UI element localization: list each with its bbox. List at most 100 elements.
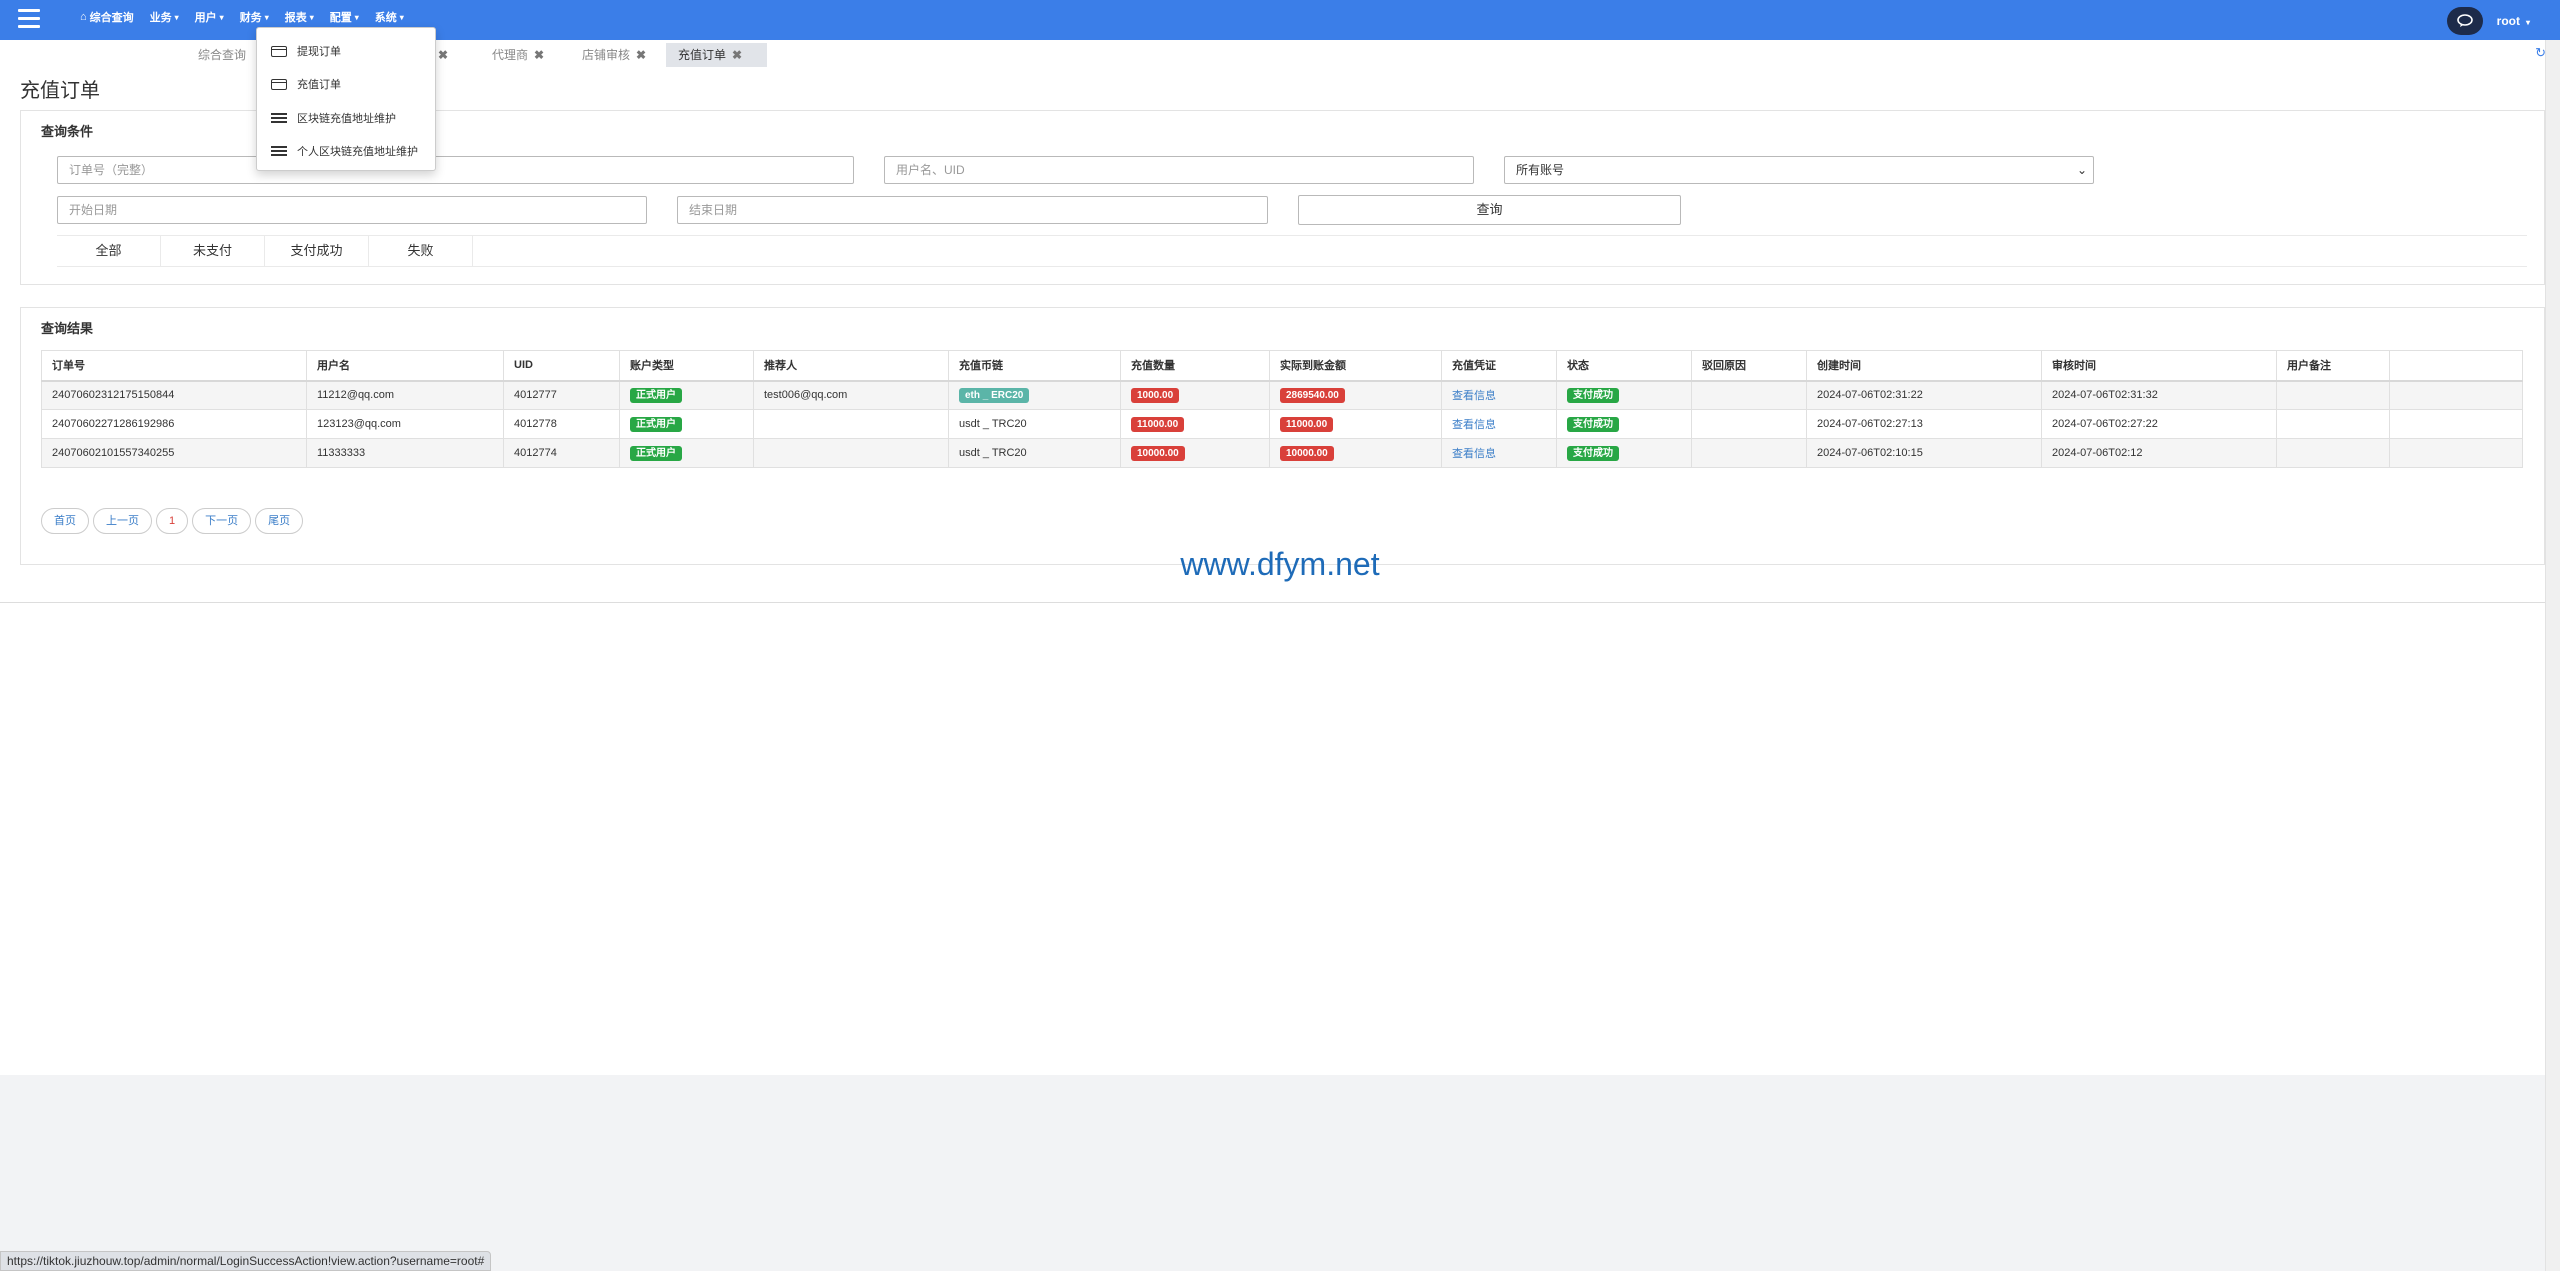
table-header-row: 订单号 用户名 UID 账户类型 推荐人 充值币链 充值数量 实际到账金额 充值… [41,350,2523,382]
nav-item-config[interactable]: 配置 ▾ [330,9,359,25]
reviewed-time: 2024-07-06T02:27:22 [2041,409,2277,439]
watermark-text: www.dfym.net [1180,546,1380,582]
start-date-input[interactable]: 开始日期 [57,196,647,224]
col-uid: UID [503,350,620,382]
nav-item-business[interactable]: 业务 ▾ [150,9,179,25]
close-icon[interactable]: ✖ [438,48,448,62]
amount-badge: 1000.00 [1131,387,1180,403]
caret-down-icon: ▾ [2525,18,2530,27]
status-tab-unpaid[interactable]: 未支付 [161,236,265,266]
list-icon [271,145,287,157]
reviewed-time: 2024-07-06T02:12 [2041,438,2277,468]
last-page-button[interactable]: 尾页 [255,508,304,534]
card-icon [271,45,287,57]
caret-down-icon: ▾ [354,12,359,22]
tab-overview[interactable]: 综合查询 [186,43,258,67]
row-actions [2389,438,2523,468]
chain: usdt _ TRC20 [948,409,1121,439]
chat-icon [2456,14,2473,27]
status-tab-all[interactable]: 全部 [57,236,161,266]
tab-shop-review[interactable]: 店铺审核 ✖ [570,43,658,67]
order-no: 24070602101557340255 [41,438,307,468]
nav-item-users[interactable]: 用户 ▾ [195,9,224,25]
user-remark [2276,438,2390,468]
menu-item-recharge-orders[interactable]: 充值订单 [271,74,341,94]
reject-reason [1691,380,1807,410]
status-badge: 支付成功 [1567,387,1619,403]
col-user-remark: 用户备注 [2276,350,2390,382]
reject-reason [1691,438,1807,468]
prev-page-button[interactable]: 上一页 [93,508,152,534]
col-actual-amount: 实际到账金额 [1269,350,1442,382]
reviewed-time: 2024-07-06T02:31:32 [2041,380,2277,410]
caret-down-icon: ▾ [264,12,269,22]
status-badge: 支付成功 [1567,445,1619,461]
col-reviewed-time: 审核时间 [2041,350,2277,382]
reject-reason [1691,409,1807,439]
account-select[interactable]: 所有账号 ⌄ [1504,156,2094,184]
results-panel-title: 查询结果 [41,321,94,336]
col-status: 状态 [1556,350,1692,382]
chain-badge: eth _ ERC20 [959,387,1030,403]
first-page-button[interactable]: 首页 [41,508,89,534]
amount-badge: 11000.00 [1131,416,1185,432]
nav-item-reports[interactable]: 报表 ▾ [285,9,314,25]
col-created-time: 创建时间 [1806,350,2042,382]
card-icon [271,78,287,90]
menu-item-withdraw-orders[interactable]: 提现订单 [271,41,341,61]
actual-amount-badge: 11000.00 [1280,416,1334,432]
col-amount: 充值数量 [1120,350,1270,382]
query-button[interactable]: 查询 [1298,195,1681,225]
scrollbar[interactable] [2545,40,2560,1271]
results-panel: 查询结果 订单号 用户名 UID 账户类型 推荐人 充值币链 充值数量 实际到账… [20,307,2545,565]
order-no: 24070602312175150844 [41,380,307,410]
close-icon[interactable]: ✖ [636,48,646,62]
order-number-input[interactable]: 订单号（完整） [57,156,854,184]
nav-item-overview[interactable]: ⌂ 综合查询 [80,9,134,25]
user-menu[interactable]: root ▾ [2497,14,2530,28]
status-tab-failed[interactable]: 失败 [369,236,473,266]
chevron-down-icon: ⌄ [2076,163,2087,177]
search-panel-title: 查询条件 [41,124,94,139]
next-page-button[interactable]: 下一页 [192,508,252,534]
end-date-input[interactable]: 结束日期 [677,196,1268,224]
orders-table: 订单号 用户名 UID 账户类型 推荐人 充值币链 充值数量 实际到账金额 充值… [41,350,2523,468]
col-referrer: 推荐人 [753,350,949,382]
row-actions [2389,380,2523,410]
user-area: root ▾ [2446,7,2530,35]
tab-agents[interactable]: 代理商 ✖ [480,43,556,67]
chat-button[interactable] [2446,7,2483,35]
col-actions [2389,350,2523,382]
view-voucher-link[interactable]: 查看信息 [1452,419,1496,431]
menu-item-personal-chain-address[interactable]: 个人区块链充值地址维护 [271,141,418,161]
uid: 4012778 [503,409,620,439]
username-uid-input[interactable]: 用户名、UID [884,156,1474,184]
username: 11212@qq.com [306,380,504,410]
col-order-no: 订单号 [41,350,307,382]
close-icon[interactable]: ✖ [534,48,544,62]
list-icon [271,112,287,124]
amount-badge: 10000.00 [1131,445,1185,461]
tab-recharge-orders[interactable]: 充值订单 ✖ [666,43,767,67]
footer-divider [0,602,2545,603]
user-remark [2276,380,2390,410]
nav-item-system[interactable]: 系统 ▾ [375,9,404,25]
menu-toggle-icon[interactable] [18,9,40,29]
chain: usdt _ TRC20 [948,438,1121,468]
uid: 4012774 [503,438,620,468]
current-page-button[interactable]: 1 [156,508,189,534]
col-chain: 充值币链 [948,350,1121,382]
view-voucher-link[interactable]: 查看信息 [1452,390,1496,402]
row-actions [2389,409,2523,439]
created-time: 2024-07-06T02:31:22 [1806,380,2042,410]
nav-item-finance[interactable]: 财务 ▾ [240,9,269,25]
username: 11333333 [306,438,504,468]
close-icon[interactable]: ✖ [732,48,742,62]
menu-item-chain-address[interactable]: 区块链充值地址维护 [271,108,396,128]
referrer: test006@qq.com [753,380,949,410]
status-tab-paid[interactable]: 支付成功 [265,236,369,266]
referrer [753,438,949,468]
col-voucher: 充值凭证 [1441,350,1557,382]
view-voucher-link[interactable]: 查看信息 [1452,448,1496,460]
tab-hidden-close[interactable]: ✖ [432,43,460,67]
